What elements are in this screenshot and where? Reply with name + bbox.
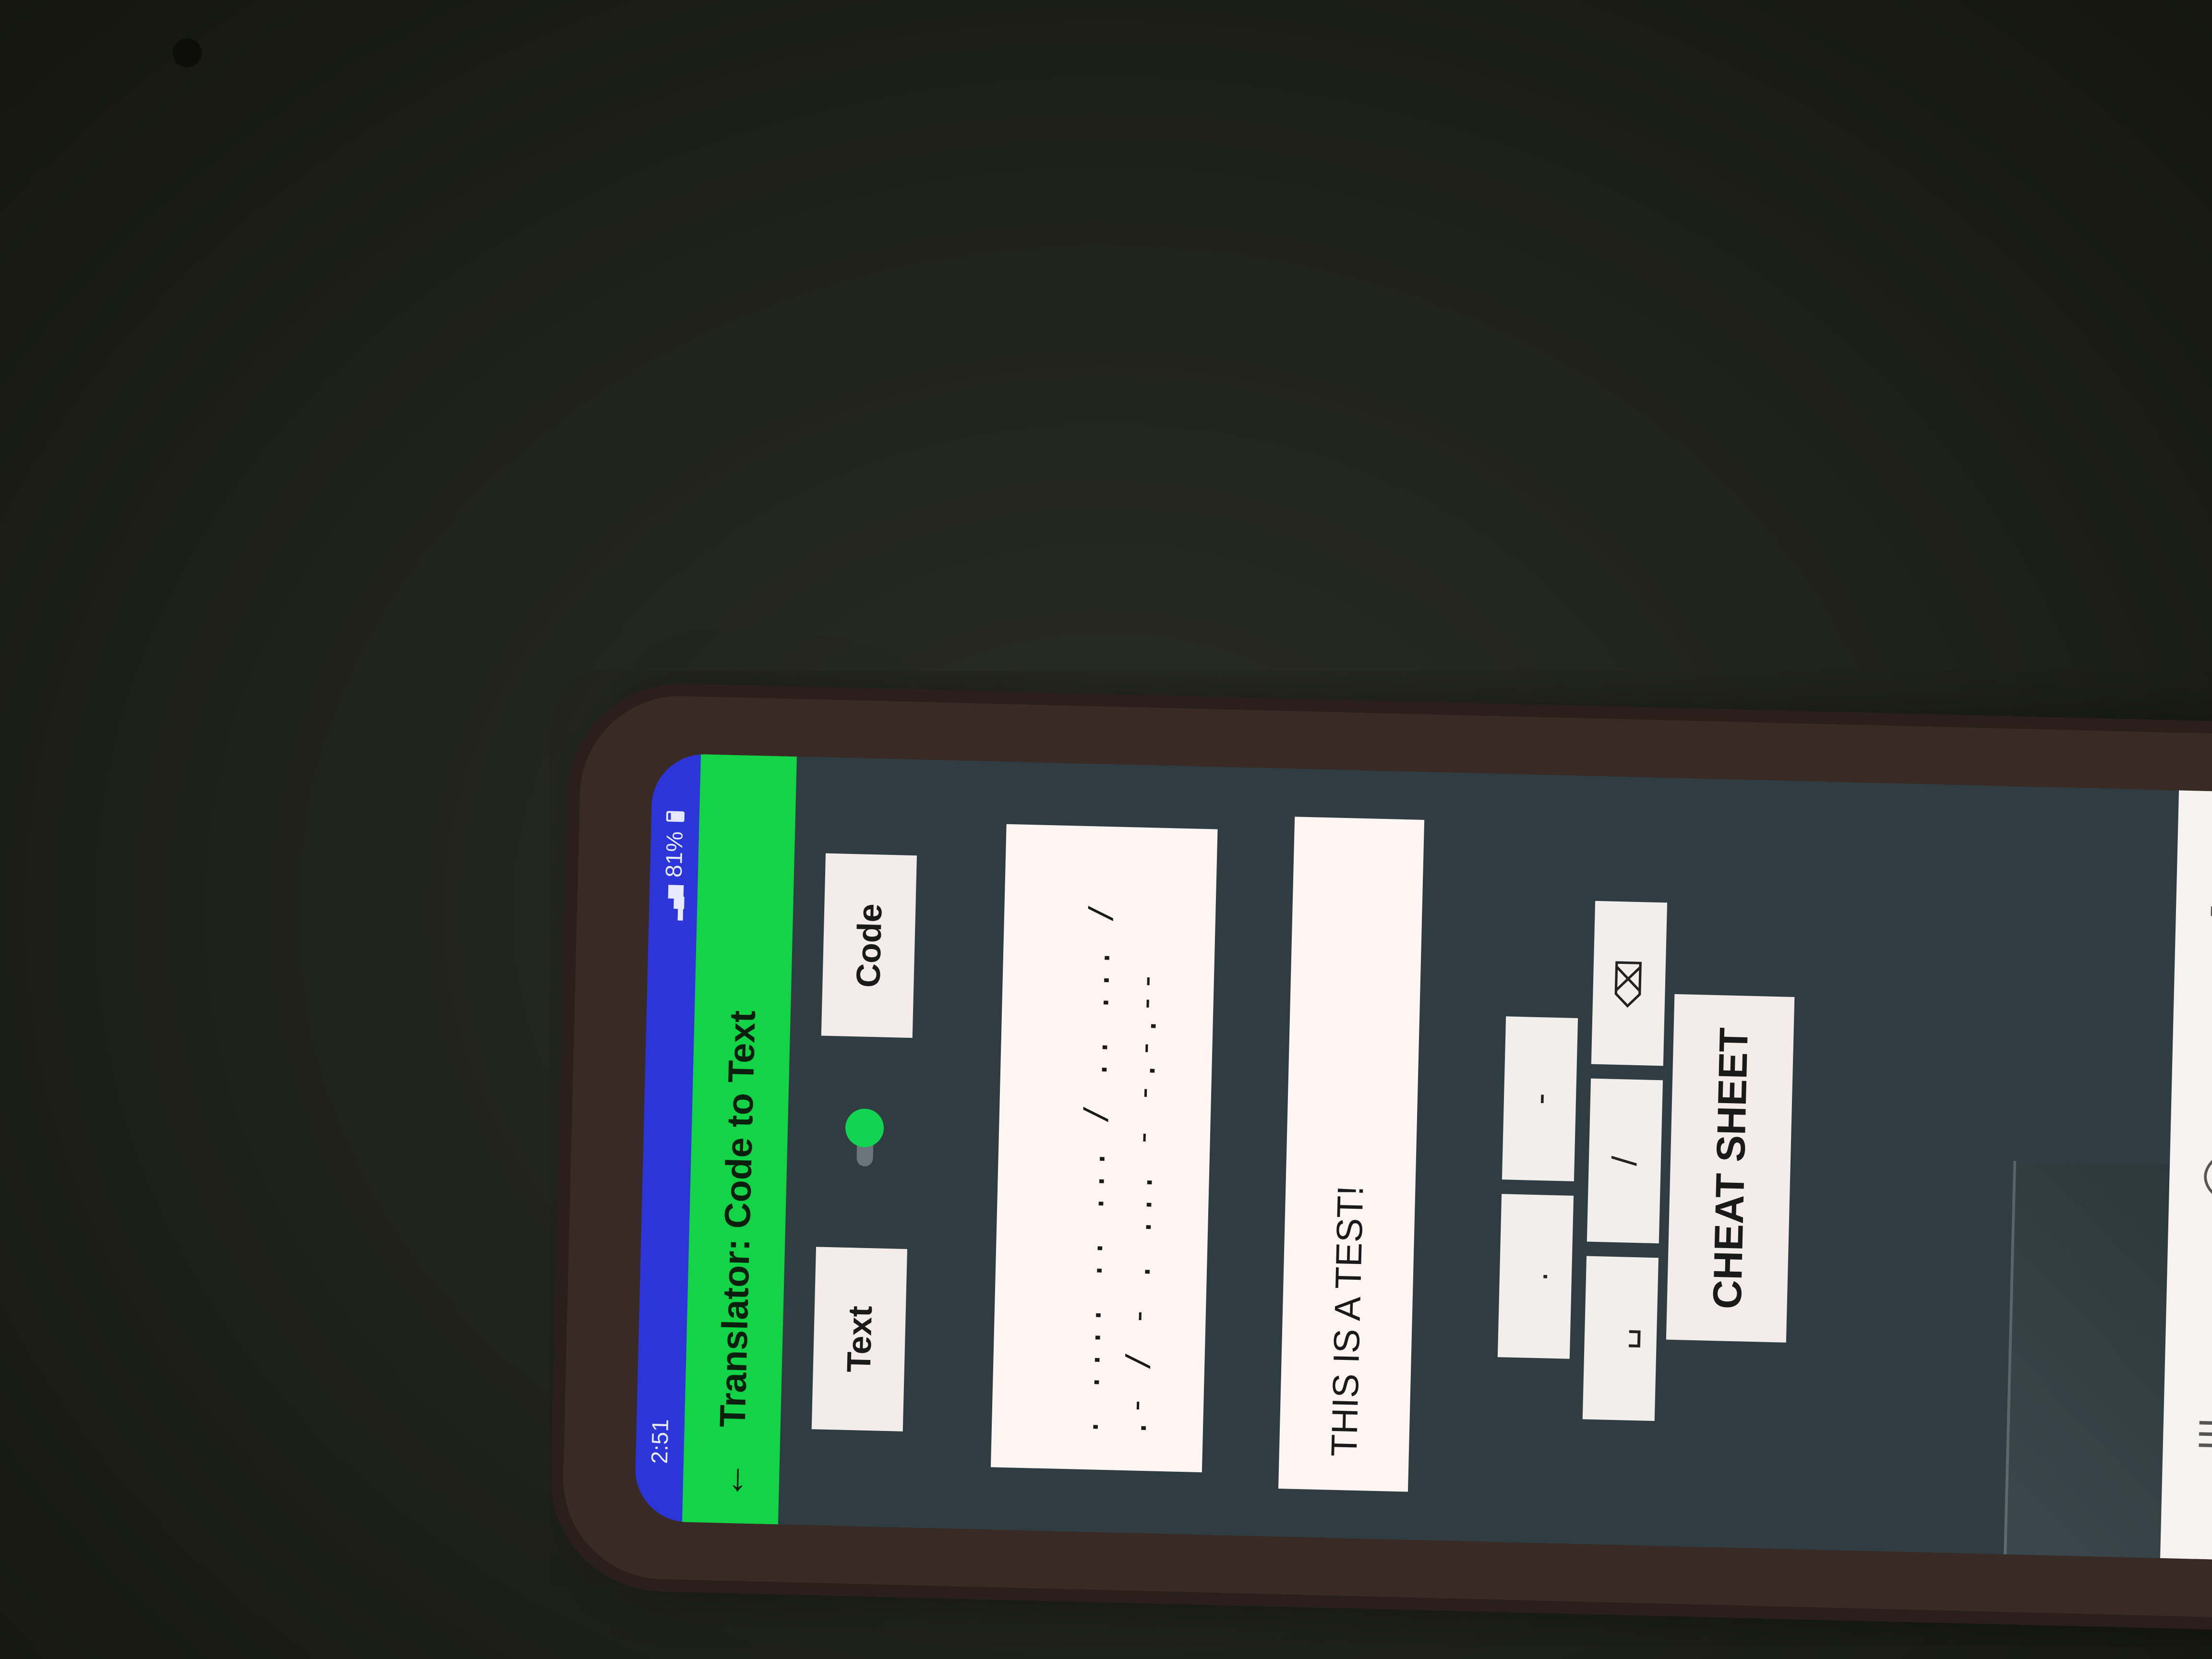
code-output-field[interactable]: . .... .. ... / .. ... / .- / - . ... - …: [990, 824, 1218, 1473]
cheat-sheet-button[interactable]: CHEAT SHEET: [1666, 994, 1795, 1343]
system-nav-bar: ||| ◯ ❮: [2160, 790, 2212, 1561]
code-mode-button[interactable]: Code: [821, 853, 917, 1038]
phone-case: 2:51 ▂▄▆ 81% ← Translator: Code to Text …: [561, 694, 2212, 1620]
recents-icon[interactable]: |||: [2191, 1417, 2212, 1452]
keypad-row-1: . -: [1493, 774, 1584, 1543]
signal-icon: ▂▄▆: [662, 887, 684, 921]
space-key[interactable]: ␣: [1582, 1256, 1659, 1421]
dash-key[interactable]: -: [1502, 1016, 1578, 1181]
slash-key[interactable]: /: [1587, 1078, 1663, 1244]
morse-keypad: . - ␣ / ⌫: [1493, 774, 1684, 1546]
keypad-row-2: ␣ / ⌫: [1579, 776, 1670, 1546]
home-icon[interactable]: ◯: [2197, 1152, 2212, 1202]
mode-toggle-switch[interactable]: [844, 1108, 885, 1177]
app-bar: ← Translator: Code to Text: [682, 754, 797, 1525]
back-arrow-icon[interactable]: ←: [707, 1455, 756, 1504]
mode-selector: Text Code: [807, 757, 922, 1527]
battery-percent: 81%: [661, 831, 688, 878]
backspace-icon[interactable]: ⌫: [1591, 901, 1668, 1066]
table-spot: [173, 38, 202, 67]
screen-crack: [2004, 1161, 2170, 1558]
nav-back-icon[interactable]: ❮: [2203, 899, 2212, 937]
phone-screen: 2:51 ▂▄▆ 81% ← Translator: Code to Text …: [634, 753, 2212, 1561]
dot-key[interactable]: .: [1497, 1194, 1574, 1359]
status-indicators: ▂▄▆ 81%: [660, 811, 689, 920]
app-title: Translator: Code to Text: [712, 1010, 763, 1428]
text-output-field[interactable]: THIS IS A TEST!: [1278, 817, 1425, 1492]
switch-thumb: [845, 1108, 885, 1148]
battery-icon: [666, 811, 685, 822]
status-time: 2:51: [647, 1419, 673, 1465]
text-mode-button[interactable]: Text: [811, 1247, 907, 1431]
photo-background: 2:51 ▂▄▆ 81% ← Translator: Code to Text …: [0, 0, 2212, 1659]
